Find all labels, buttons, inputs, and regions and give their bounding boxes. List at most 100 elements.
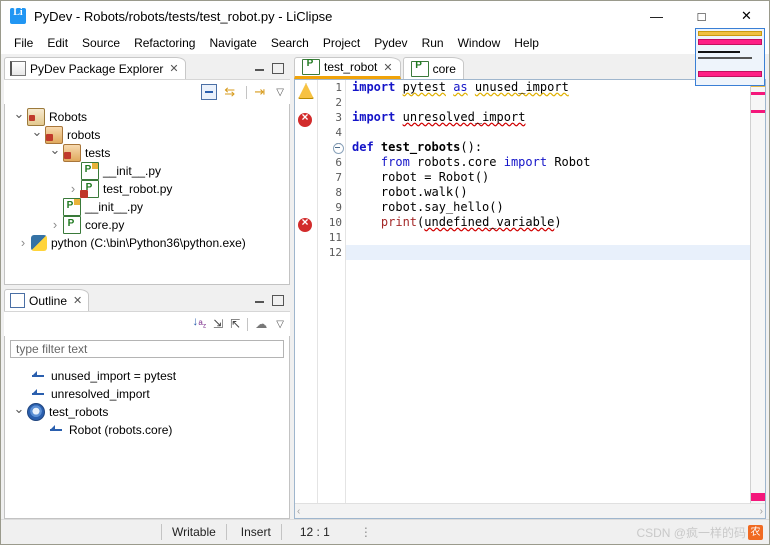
maximize-button[interactable]: □ — [679, 1, 724, 31]
code-line-10[interactable]: print(undefined_variable) — [346, 215, 750, 230]
fold-collapse-icon[interactable] — [333, 143, 344, 154]
minimap-error-bar — [698, 39, 762, 45]
chevron-right-icon[interactable] — [65, 180, 81, 199]
close-icon[interactable]: ✕ — [73, 294, 82, 307]
editor-horizontal-scrollbar[interactable]: ‹ › — [295, 503, 765, 518]
minimap-code-bar — [698, 51, 740, 53]
maximize-icon[interactable] — [272, 295, 284, 306]
editor-minimap[interactable] — [695, 28, 765, 86]
tab-outline[interactable]: Outline ✕ — [4, 289, 89, 311]
python-file-icon — [411, 61, 429, 77]
focus-active-task-icon[interactable]: ⇥ — [254, 85, 269, 99]
code-line-7[interactable]: robot = Robot() — [346, 170, 750, 185]
python-init-file-icon — [81, 162, 99, 180]
chevron-down-icon[interactable] — [11, 403, 27, 422]
error-marker-icon[interactable] — [298, 113, 312, 127]
outline-item-unresolved-import[interactable]: unresolved_import — [5, 385, 289, 403]
overview-ruler[interactable] — [750, 80, 765, 503]
chevron-right-icon[interactable] — [47, 216, 63, 235]
hide-fields-icon[interactable]: ☁ — [255, 318, 269, 330]
menu-edit-label: Edit — [47, 36, 68, 50]
menu-file[interactable]: File — [7, 34, 40, 52]
menu-source[interactable]: Source — [75, 34, 127, 52]
editor-tab-label: core — [433, 62, 456, 76]
minimize-icon[interactable] — [255, 66, 264, 71]
package-explorer-view: PyDev Package Explorer ✕ ⇆ ⇥ ▽ — [4, 57, 290, 285]
tree-item-test-robot[interactable]: test_robot.py — [5, 180, 289, 198]
menu-navigate[interactable]: Navigate — [202, 34, 263, 52]
tree-item-tests[interactable]: tests — [5, 144, 289, 162]
outline-item-label: unused_import = pytest — [51, 367, 176, 385]
outline-item-robot[interactable]: Robot (robots.core) — [5, 421, 289, 439]
maximize-icon[interactable] — [272, 63, 284, 74]
error-marker-icon[interactable] — [298, 218, 312, 232]
chevron-down-icon[interactable] — [47, 144, 63, 163]
menu-run[interactable]: Run — [415, 34, 451, 52]
tree-item-python-interpreter[interactable]: python (C:\bin\Python36\python.exe) — [5, 234, 289, 252]
status-more-icon[interactable]: ⋮ — [340, 524, 383, 540]
tree-item-tests-init[interactable]: __init__.py — [5, 162, 289, 180]
code-line-2[interactable] — [346, 95, 750, 110]
minimap-code-bar — [698, 57, 752, 59]
close-button[interactable]: ✕ — [724, 1, 769, 31]
collapse-all-icon[interactable]: ⇲ — [213, 318, 223, 330]
package-explorer-tree: Robots robots tests — [5, 104, 289, 252]
toolbar-divider — [246, 86, 247, 99]
code-line-4[interactable] — [346, 125, 750, 140]
chevron-down-icon[interactable] — [11, 108, 27, 127]
tree-item-core[interactable]: core.py — [5, 216, 289, 234]
code-line-12[interactable] — [346, 245, 750, 260]
chevron-down-icon[interactable] — [29, 126, 45, 145]
code-line-6[interactable]: from robots.core import Robot — [346, 155, 750, 170]
code-line-11[interactable] — [346, 230, 750, 245]
menu-edit[interactable]: Edit — [40, 34, 75, 52]
menu-project[interactable]: Project — [316, 34, 367, 52]
sort-az-icon[interactable]: ↓az — [192, 315, 206, 333]
view-menu-icon[interactable]: ▽ — [276, 319, 284, 330]
line-number: 8 — [318, 185, 342, 200]
collapse-all-icon[interactable] — [201, 84, 217, 100]
close-icon[interactable]: ✕ — [169, 62, 178, 75]
tree-item-label: python (C:\bin\Python36\python.exe) — [51, 234, 246, 252]
package-explorer-tab-label: PyDev Package Explorer — [30, 62, 163, 76]
menu-search[interactable]: Search — [264, 34, 316, 52]
tree-item-robots-init[interactable]: __init__.py — [5, 198, 289, 216]
menu-navigate-label: Navigate — [209, 36, 256, 50]
tree-item-label: tests — [85, 144, 110, 162]
overview-error-mark[interactable] — [751, 493, 765, 501]
tree-item-robots[interactable]: Robots — [5, 108, 289, 126]
tab-test-robot[interactable]: test_robot ✕ — [294, 57, 401, 79]
outline-item-test-robots[interactable]: test_robots — [5, 403, 289, 421]
filter-input[interactable]: type filter text — [10, 340, 284, 358]
expand-all-icon[interactable]: ⇱ — [230, 318, 240, 330]
menu-help[interactable]: Help — [507, 34, 546, 52]
minimize-icon[interactable] — [255, 298, 264, 303]
close-icon[interactable]: ✕ — [383, 61, 392, 74]
code-editor[interactable]: import pytest as unused_import import un… — [346, 80, 750, 503]
code-line-3[interactable]: import unresolved_import — [346, 110, 750, 125]
scroll-left-arrow-icon[interactable]: ‹ — [297, 506, 300, 517]
link-with-editor-icon[interactable]: ⇆ — [224, 85, 239, 99]
code-line-8[interactable]: robot.walk() — [346, 185, 750, 200]
view-menu-icon[interactable]: ▽ — [276, 87, 284, 98]
menu-window[interactable]: Window — [451, 34, 508, 52]
code-line-9[interactable]: robot.say_hello() — [346, 200, 750, 215]
minimize-button[interactable]: — — [634, 1, 679, 31]
scroll-right-arrow-icon[interactable]: › — [760, 506, 763, 517]
chevron-right-icon[interactable] — [15, 234, 31, 253]
tree-item-robots-package[interactable]: robots — [5, 126, 289, 144]
python-init-file-icon — [63, 198, 81, 216]
outline-item-unused-import[interactable]: unused_import = pytest — [5, 367, 289, 385]
tree-item-label: robots — [67, 126, 100, 144]
menu-refactoring[interactable]: Refactoring — [127, 34, 202, 52]
overview-error-mark[interactable] — [751, 92, 765, 95]
tab-package-explorer[interactable]: PyDev Package Explorer ✕ — [4, 57, 186, 79]
tab-core[interactable]: core — [403, 57, 464, 79]
outline-item-label: test_robots — [49, 403, 108, 421]
overview-error-mark[interactable] — [751, 110, 765, 113]
annotation-ruler[interactable] — [295, 80, 318, 503]
code-line-1[interactable]: import pytest as unused_import — [346, 80, 750, 95]
warning-marker-icon[interactable] — [298, 83, 314, 99]
code-line-5[interactable]: def test_robots(): — [346, 140, 750, 155]
menu-pydev[interactable]: Pydev — [367, 34, 414, 52]
